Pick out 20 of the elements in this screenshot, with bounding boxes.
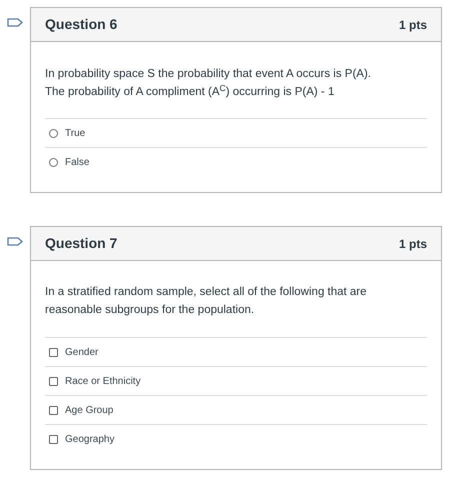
checkbox[interactable] — [49, 434, 58, 444]
option-label[interactable]: False — [65, 154, 90, 170]
radio-button[interactable] — [49, 128, 58, 138]
checkbox[interactable] — [49, 406, 58, 414]
flag-icon[interactable] — [7, 18, 23, 27]
question-text: In a stratified random sample, select all of the following that are reasonable subgroups for the population. — [45, 285, 368, 318]
checkbox[interactable] — [49, 376, 58, 386]
checkbox[interactable] — [49, 348, 58, 356]
option-label[interactable]: True — [65, 126, 86, 140]
question-title: Question 6 — [45, 15, 118, 34]
flag-icon[interactable] — [7, 237, 23, 246]
question-points: 1 pts — [398, 16, 427, 34]
option-label[interactable]: Gender — [65, 344, 98, 360]
question-title: Question 7 — [45, 234, 118, 253]
question-points: 1 pts — [398, 236, 427, 252]
radio-button[interactable] — [49, 158, 58, 166]
option-label[interactable]: Age Group — [65, 402, 114, 418]
question-text: In probability space S the probability that event A occurs is P(A). The probability of A compliment (A$^{C}$) occurring is P(A) - 1 — [45, 67, 372, 100]
option-label[interactable]: Geography — [65, 432, 114, 446]
option-label[interactable]: Race or Ethnicity — [65, 374, 141, 388]
